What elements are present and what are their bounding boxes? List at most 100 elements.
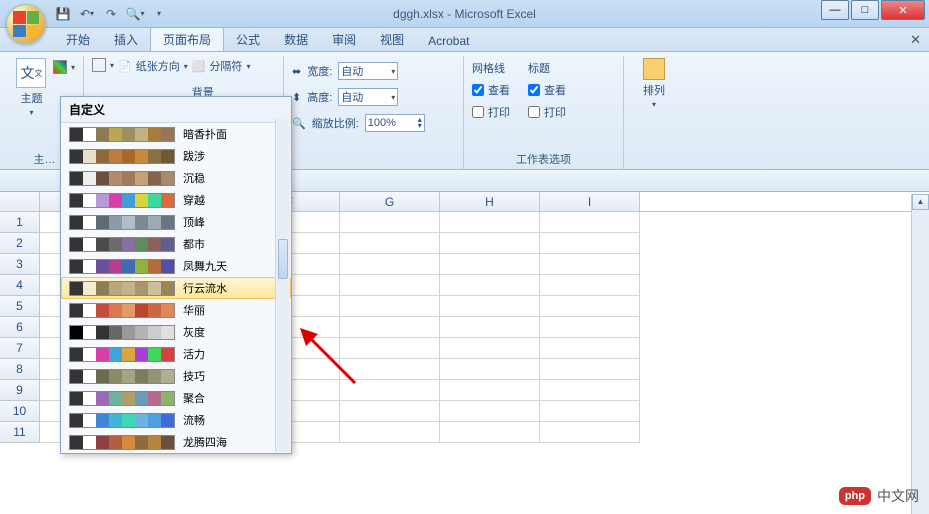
cell[interactable] (540, 380, 640, 401)
gridlines-view-check[interactable]: 查看 (472, 82, 510, 98)
row-header[interactable]: 7 (0, 338, 40, 359)
breaks-button[interactable]: ⬜分隔符 ▾ (192, 58, 251, 74)
cell[interactable] (340, 359, 440, 380)
color-scheme-row[interactable]: 技巧 (61, 365, 291, 387)
redo-icon[interactable]: ↷ (102, 5, 120, 23)
cell[interactable] (340, 317, 440, 338)
height-combo[interactable]: 自动▾ (338, 88, 398, 106)
column-header[interactable]: G (340, 192, 440, 211)
row-header[interactable]: 8 (0, 359, 40, 380)
themes-button[interactable]: 文文 主题 ▾ (14, 58, 49, 117)
cell[interactable] (540, 254, 640, 275)
cell[interactable] (540, 317, 640, 338)
cell[interactable] (340, 380, 440, 401)
color-scheme-row[interactable]: 穿越 (61, 189, 291, 211)
close-button[interactable]: ✕ (881, 0, 925, 20)
column-header[interactable]: H (440, 192, 540, 211)
cell[interactable] (540, 296, 640, 317)
cell[interactable] (340, 233, 440, 254)
cell[interactable] (440, 275, 540, 296)
cell[interactable] (540, 401, 640, 422)
cell[interactable] (440, 233, 540, 254)
scheme-name-label: 聚合 (183, 390, 205, 406)
color-scheme-row[interactable]: 跋涉 (61, 145, 291, 167)
row-header[interactable]: 10 (0, 401, 40, 422)
cell[interactable] (540, 422, 640, 443)
maximize-button[interactable]: □ (851, 0, 879, 20)
doc-close-icon[interactable]: ✕ (910, 32, 921, 48)
color-scheme-row[interactable]: 活力 (61, 343, 291, 365)
row-header[interactable]: 5 (0, 296, 40, 317)
headings-print-check[interactable]: 打印 (528, 104, 566, 120)
gridlines-print-check[interactable]: 打印 (472, 104, 510, 120)
color-scheme-row[interactable]: 都市 (61, 233, 291, 255)
cell[interactable] (340, 422, 440, 443)
row-header[interactable]: 11 (0, 422, 40, 443)
cell[interactable] (440, 380, 540, 401)
cell[interactable] (440, 212, 540, 233)
color-scheme-row[interactable]: 行云流水 (61, 277, 291, 299)
row-header[interactable]: 4 (0, 275, 40, 296)
cell[interactable] (340, 401, 440, 422)
qat-more-icon[interactable]: ▾ (150, 5, 168, 23)
headings-view-check[interactable]: 查看 (528, 82, 566, 98)
scrollbar-thumb[interactable] (278, 239, 288, 279)
tab-data[interactable]: 数据 (272, 28, 320, 51)
cell[interactable] (440, 422, 540, 443)
print-preview-icon[interactable]: 🔍▾ (126, 5, 144, 23)
cell[interactable] (540, 212, 640, 233)
office-button[interactable] (6, 4, 46, 44)
tab-insert[interactable]: 插入 (102, 28, 150, 51)
cell[interactable] (540, 338, 640, 359)
color-scheme-row[interactable]: 顶峰 (61, 211, 291, 233)
cell[interactable] (440, 338, 540, 359)
colors-button[interactable]: ▾ (53, 60, 75, 74)
scheme-name-label: 穿越 (183, 192, 205, 208)
color-scheme-row[interactable]: 聚合 (61, 387, 291, 409)
cell[interactable] (440, 401, 540, 422)
cell[interactable] (540, 233, 640, 254)
row-header[interactable]: 3 (0, 254, 40, 275)
cell[interactable] (440, 296, 540, 317)
row-header[interactable]: 9 (0, 380, 40, 401)
dropdown-scrollbar[interactable] (275, 119, 290, 452)
tab-page-layout[interactable]: 页面布局 (150, 27, 224, 51)
cell[interactable] (540, 275, 640, 296)
cell[interactable] (440, 254, 540, 275)
tab-view[interactable]: 视图 (368, 28, 416, 51)
cell[interactable] (440, 359, 540, 380)
cell[interactable] (340, 296, 440, 317)
row-header[interactable]: 2 (0, 233, 40, 254)
scale-spinner[interactable]: 100%▴▾ (365, 114, 425, 132)
color-scheme-row[interactable]: 华丽 (61, 299, 291, 321)
minimize-button[interactable]: — (821, 0, 849, 20)
color-scheme-row[interactable]: 流畅 (61, 409, 291, 431)
tab-home[interactable]: 开始 (54, 28, 102, 51)
margins-button[interactable]: ▾ (92, 58, 114, 72)
cell[interactable] (540, 359, 640, 380)
color-scheme-row[interactable]: 龙腾四海 (61, 431, 291, 453)
save-icon[interactable]: 💾 (54, 5, 72, 23)
vertical-scrollbar[interactable]: ▲ (911, 194, 929, 514)
arrange-button[interactable]: 排列 ▾ (632, 58, 676, 109)
scroll-up-button[interactable]: ▲ (912, 194, 929, 210)
color-scheme-row[interactable]: 暗香扑面 (61, 123, 291, 145)
cell[interactable] (340, 275, 440, 296)
column-header[interactable]: I (540, 192, 640, 211)
tab-formulas[interactable]: 公式 (224, 28, 272, 51)
width-combo[interactable]: 自动▾ (338, 62, 398, 80)
color-scheme-row[interactable]: 凤舞九天 (61, 255, 291, 277)
tab-review[interactable]: 审阅 (320, 28, 368, 51)
orientation-button[interactable]: 📄纸张方向 ▾ (118, 58, 188, 74)
cell[interactable] (340, 254, 440, 275)
tab-acrobat[interactable]: Acrobat (416, 31, 481, 51)
color-scheme-row[interactable]: 灰度 (61, 321, 291, 343)
undo-icon[interactable]: ↶▾ (78, 5, 96, 23)
cell[interactable] (340, 338, 440, 359)
cell[interactable] (340, 212, 440, 233)
row-header[interactable]: 6 (0, 317, 40, 338)
cell[interactable] (440, 317, 540, 338)
row-header[interactable]: 1 (0, 212, 40, 233)
color-scheme-row[interactable]: 沉稳 (61, 167, 291, 189)
select-all-corner[interactable] (0, 192, 40, 212)
